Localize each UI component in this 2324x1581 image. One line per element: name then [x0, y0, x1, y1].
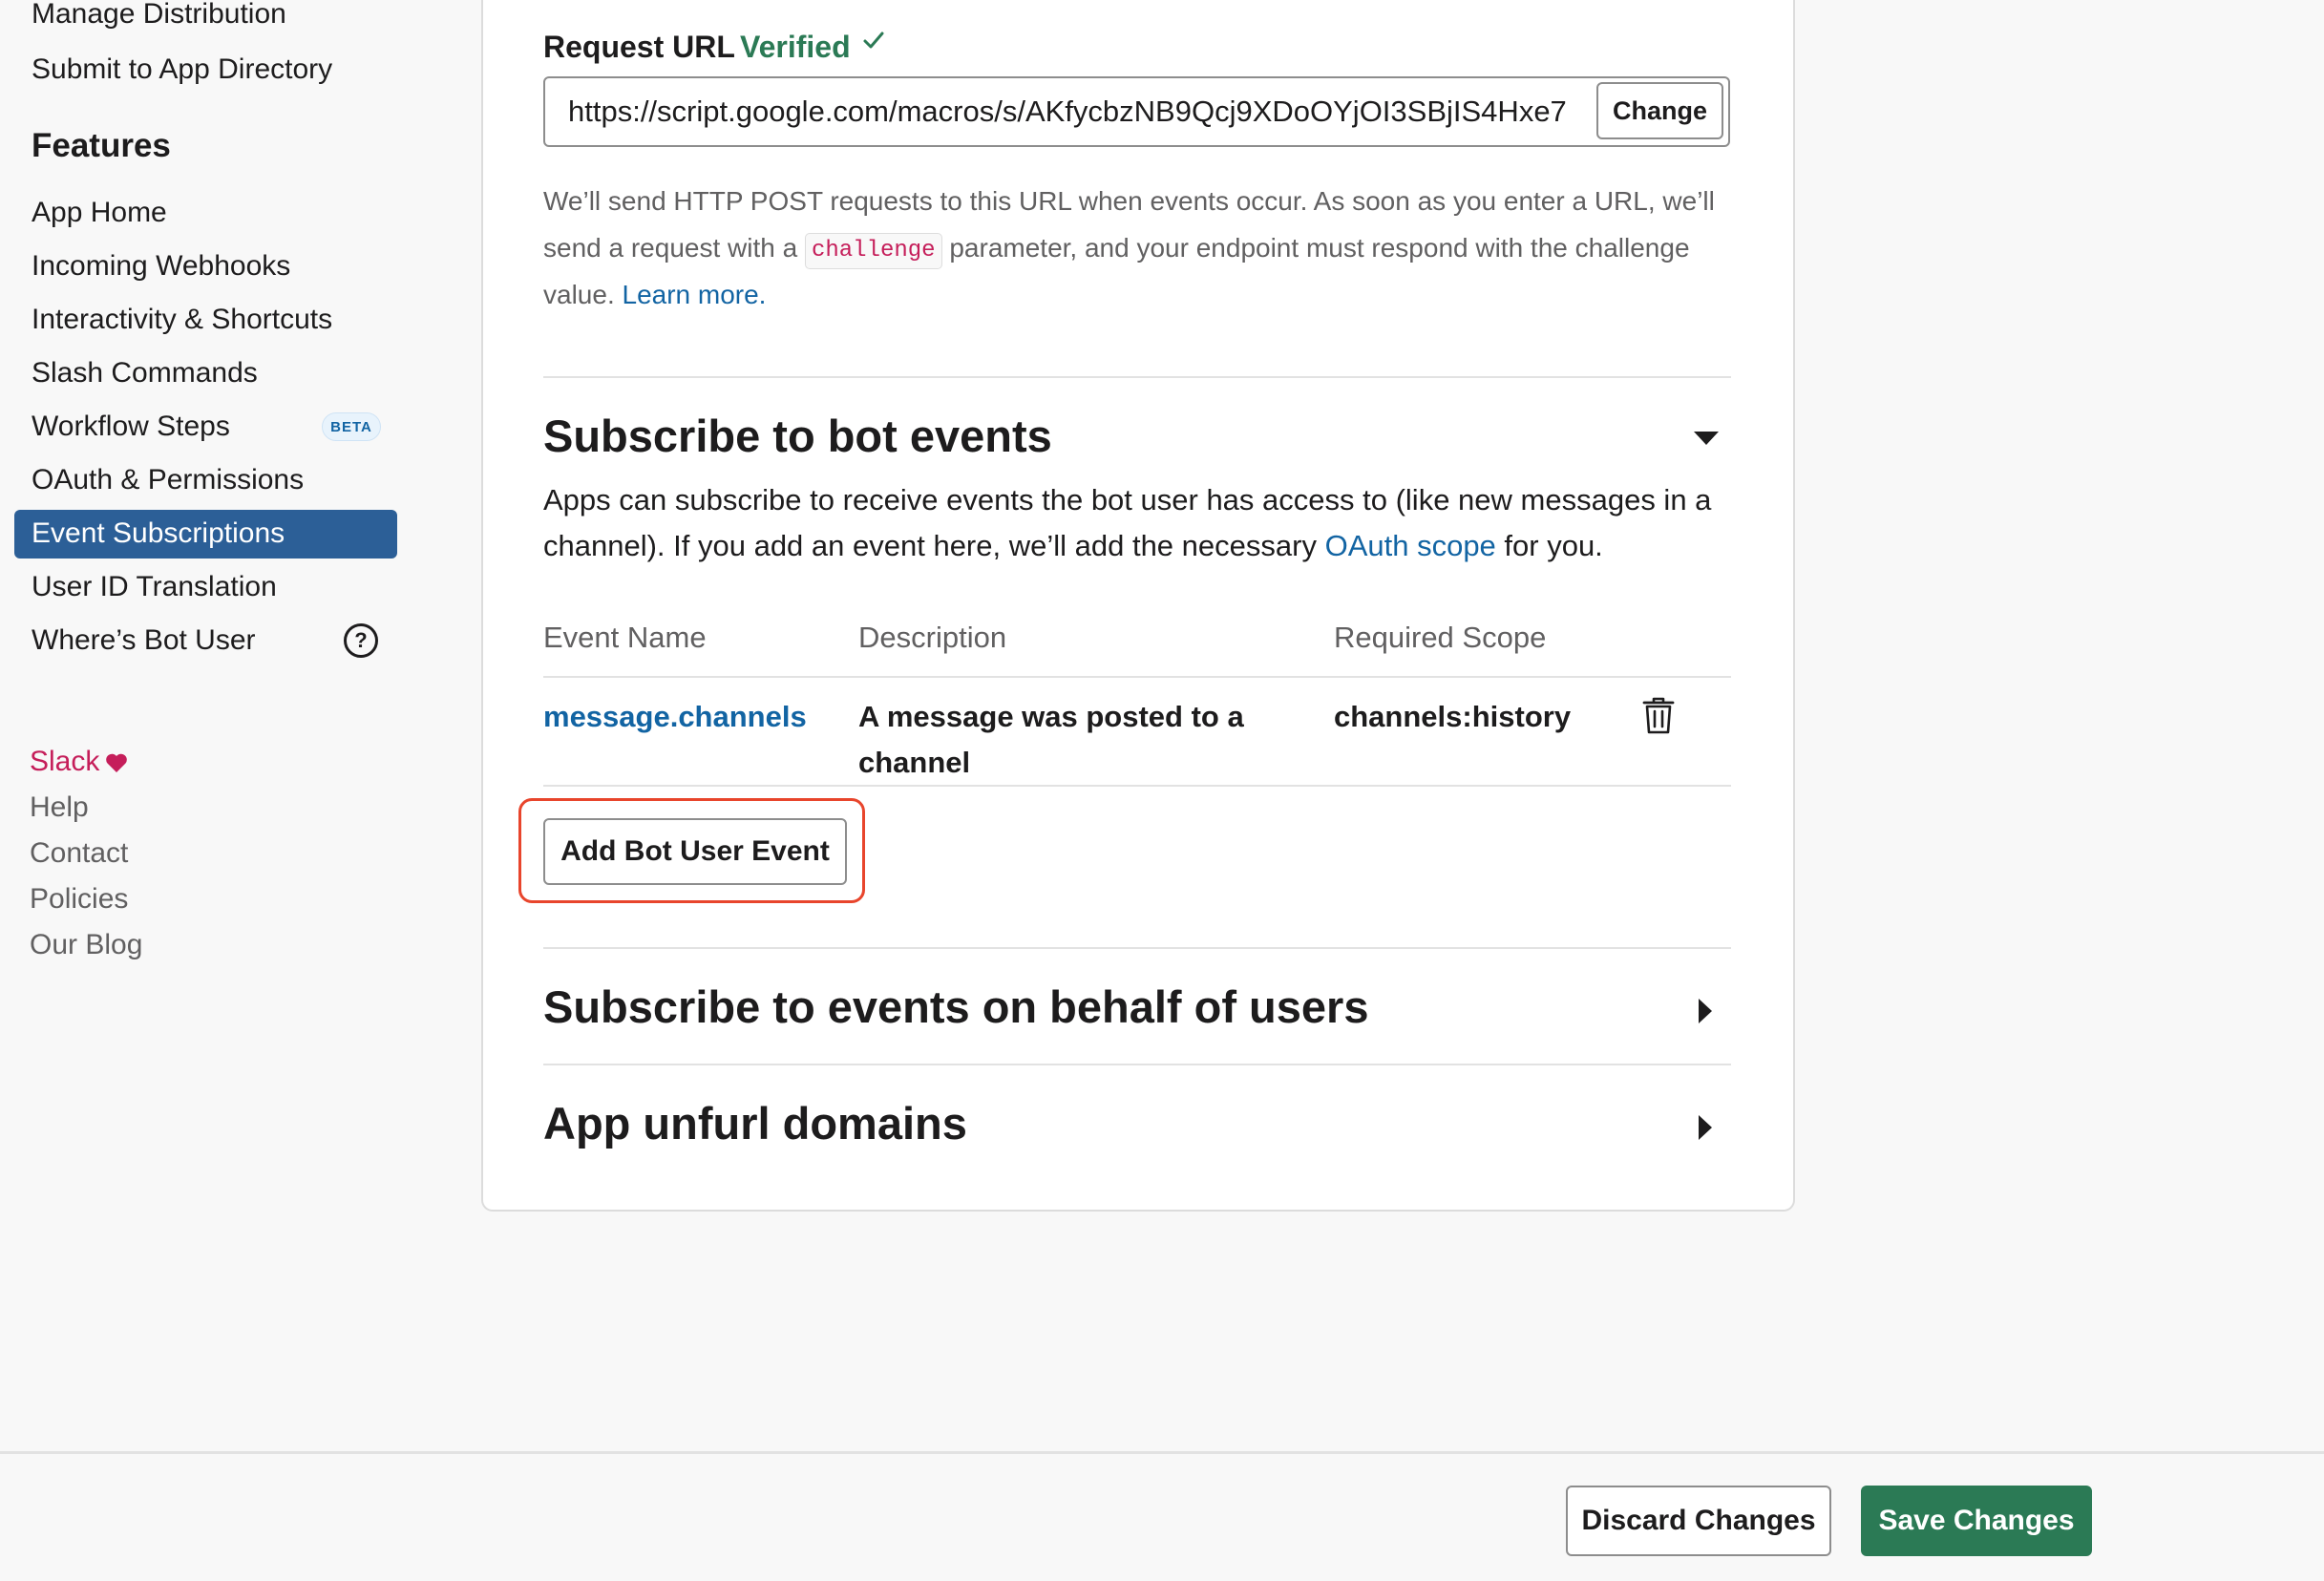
- divider: [543, 1064, 1731, 1065]
- unfurl-domains-title[interactable]: App unfurl domains: [543, 1095, 967, 1152]
- column-header-description: Description: [858, 621, 1007, 654]
- oauth-scope-link[interactable]: OAuth scope: [1325, 529, 1496, 562]
- discard-changes-button[interactable]: Discard Changes: [1566, 1486, 1831, 1556]
- trash-icon[interactable]: [1642, 697, 1675, 735]
- sidebar-nav: Manage Distribution Submit to App Direct…: [0, 0, 411, 1432]
- sidebar-item-manage-distribution[interactable]: Manage Distribution: [32, 0, 286, 33]
- request-url-help-text: We’ll send HTTP POST requests to this UR…: [543, 178, 1737, 318]
- sidebar-item-submit-to-app-directory[interactable]: Submit to App Directory: [32, 51, 332, 89]
- column-header-required-scope: Required Scope: [1334, 621, 1547, 654]
- column-header-event-name: Event Name: [543, 621, 707, 654]
- footer-link-our-blog[interactable]: Our Blog: [30, 926, 142, 964]
- bot-events-title: Subscribe to bot events: [543, 411, 1052, 461]
- check-icon: [863, 32, 884, 49]
- sidebar-heading-features: Features: [32, 127, 171, 164]
- divider: [543, 947, 1731, 949]
- bot-events-desc-part-2: for you.: [1495, 529, 1603, 562]
- sidebar-item-user-id-translation[interactable]: User ID Translation: [32, 568, 277, 606]
- learn-more-link[interactable]: Learn more.: [623, 280, 767, 309]
- caret-right-icon[interactable]: [1696, 997, 1715, 1025]
- beta-badge: BETA: [322, 412, 381, 441]
- help-icon[interactable]: ?: [344, 623, 378, 658]
- request-url-value: https://script.google.com/macros/s/AKfyc…: [568, 95, 1567, 128]
- change-url-button[interactable]: Change: [1596, 82, 1723, 139]
- footer-link-slack[interactable]: Slack: [30, 743, 128, 781]
- table-row-divider: [543, 785, 1731, 787]
- user-events-title[interactable]: Subscribe to events on behalf of users: [543, 979, 1368, 1036]
- footer-link-contact[interactable]: Contact: [30, 834, 128, 873]
- bot-events-description: Apps can subscribe to receive events the…: [543, 477, 1737, 569]
- footer-link-policies[interactable]: Policies: [30, 880, 128, 918]
- challenge-code: challenge: [804, 233, 942, 269]
- sidebar-item-event-subscriptions-label: Event Subscriptions: [32, 517, 285, 549]
- event-name-link[interactable]: message.channels: [543, 694, 807, 740]
- heart-icon: [106, 753, 128, 772]
- caret-right-icon[interactable]: [1696, 1113, 1715, 1142]
- request-url-input[interactable]: https://script.google.com/macros/s/AKfyc…: [543, 76, 1730, 147]
- save-changes-button[interactable]: Save Changes: [1861, 1486, 2092, 1556]
- verified-status: Verified: [740, 30, 851, 64]
- sidebar-item-wheres-bot-user[interactable]: Where’s Bot User: [32, 622, 256, 660]
- app-window: Manage Distribution Submit to App Direct…: [0, 0, 2324, 1581]
- event-scope: channels:history: [1334, 700, 1572, 733]
- sidebar-item-incoming-webhooks[interactable]: Incoming Webhooks: [32, 247, 290, 285]
- sidebar-item-workflow-steps[interactable]: Workflow Steps: [32, 408, 230, 446]
- sidebar-item-app-home[interactable]: App Home: [32, 194, 167, 232]
- footer-link-slack-label: Slack: [30, 746, 100, 777]
- footer-link-help[interactable]: Help: [30, 789, 89, 827]
- caret-down-icon[interactable]: [1692, 429, 1721, 448]
- divider: [543, 376, 1731, 378]
- sidebar-item-interactivity-shortcuts[interactable]: Interactivity & Shortcuts: [32, 301, 332, 339]
- request-url-label: Request URL: [543, 30, 735, 64]
- table-header-divider: [543, 676, 1731, 678]
- sidebar-item-slash-commands[interactable]: Slash Commands: [32, 354, 258, 392]
- add-bot-user-event-button[interactable]: Add Bot User Event: [543, 818, 847, 885]
- event-description: A message was posted to a channel: [858, 700, 1244, 779]
- sidebar-item-oauth-permissions[interactable]: OAuth & Permissions: [32, 461, 304, 499]
